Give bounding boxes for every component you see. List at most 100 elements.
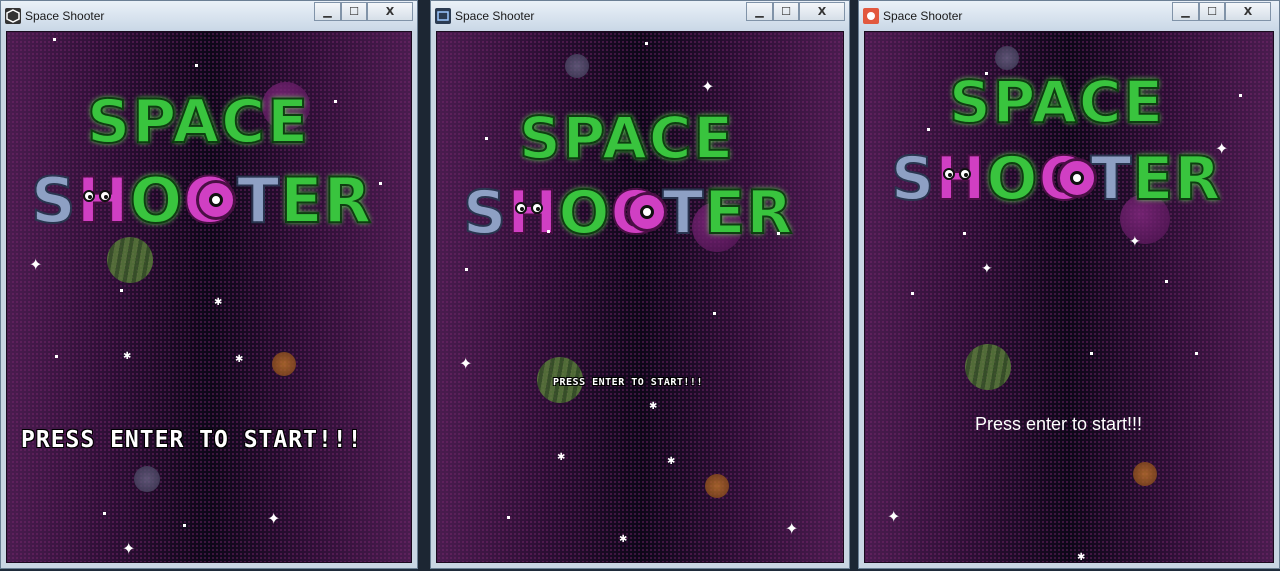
eye-icon (943, 168, 955, 180)
star-dot (103, 512, 106, 515)
close-button[interactable]: X (1225, 2, 1271, 21)
eye-icon (99, 190, 111, 202)
star-icon: ✱ (235, 354, 244, 365)
star-icon: ✦ (459, 354, 473, 373)
eye-icon (531, 202, 543, 214)
minimize-button[interactable]: ▁ (746, 2, 773, 21)
star-icon: ✦ (122, 539, 136, 558)
minimize-button[interactable]: ▁ (1172, 2, 1199, 21)
logo-letter-o: O (129, 163, 184, 238)
star-dot (777, 232, 780, 235)
star-dot (1090, 352, 1093, 355)
star-dot (547, 230, 550, 233)
title-bar[interactable]: Space Shooter ▁ ☐ X (1, 1, 417, 31)
star-icon: ✱ (1077, 552, 1086, 563)
maximize-button[interactable]: ☐ (1199, 2, 1225, 21)
window-title: Space Shooter (883, 9, 963, 23)
minimize-button[interactable]: ▁ (314, 2, 341, 21)
star-icon: ✱ (667, 456, 676, 467)
star-icon: ✱ (649, 401, 658, 412)
logo-eye-icon (1057, 158, 1097, 198)
star-dot (1239, 94, 1242, 97)
star-dot (195, 64, 198, 67)
star-icon: ✦ (267, 509, 281, 528)
star-icon: ✱ (214, 297, 223, 308)
logo-letter-r: R (323, 163, 373, 238)
star-dot (485, 137, 488, 140)
logo-eye-icon (196, 180, 236, 220)
start-prompt: Press enter to start!!! (975, 414, 1143, 434)
logo-eyes (515, 202, 543, 214)
logo-text-space: SPACE (86, 86, 311, 158)
maximize-button[interactable]: ☐ (773, 2, 799, 21)
star-icon: ✱ (123, 351, 132, 362)
star-dot (713, 312, 716, 315)
star-icon: ✦ (29, 255, 43, 274)
logo-letter-o: O (985, 143, 1039, 215)
star-dot (379, 182, 382, 185)
logo-eyes (83, 190, 111, 202)
logo-letter-e: E (1131, 143, 1175, 215)
game-window-3[interactable]: Space Shooter ▁ ☐ X SPACE SHOOTER Press … (858, 0, 1280, 569)
planet (272, 352, 296, 376)
unity-icon (5, 8, 21, 24)
logo-line-1: SPACE (518, 103, 736, 173)
title-bar[interactable]: Space Shooter ▁ ☐ X (859, 1, 1279, 31)
game-screen[interactable]: SPACE SHOOTER PRESS ENTER TO START!!! ✦ … (6, 31, 412, 563)
planet (1133, 462, 1157, 486)
planet (995, 46, 1019, 70)
planet (565, 54, 589, 78)
star-dot (55, 355, 58, 358)
planet (965, 344, 1011, 390)
star-icon: ✱ (557, 452, 566, 463)
game-window-1[interactable]: Space Shooter ▁ ☐ X SPACE SHOOTER PRESS … (0, 0, 418, 569)
love2d-icon (863, 8, 879, 24)
logo-line-1: SPACE (86, 86, 311, 158)
star-icon: ✦ (981, 261, 993, 277)
planet (134, 466, 160, 492)
maximize-button[interactable]: ☐ (341, 2, 367, 21)
logo-eye-icon (627, 192, 667, 232)
start-prompt: PRESS ENTER TO START!!! (21, 427, 363, 453)
star-dot (334, 100, 337, 103)
star-dot (645, 42, 648, 45)
star-icon: ✦ (887, 507, 901, 526)
logo-line-1: SPACE (948, 67, 1166, 137)
logo-letter-t: T (236, 163, 281, 238)
star-icon: ✦ (1129, 234, 1141, 250)
logo-letter-e: E (703, 177, 747, 249)
star-dot (985, 72, 988, 75)
logo-text-space: SPACE (948, 67, 1166, 137)
logo-letter-t: T (661, 177, 705, 249)
game-screen[interactable]: SPACE SHOOTER Press enter to start!!! ✦ … (864, 31, 1274, 563)
close-button[interactable]: X (799, 2, 845, 21)
star-dot (183, 524, 186, 527)
logo-text-space: SPACE (518, 103, 736, 173)
game-window-2[interactable]: Space Shooter ▁ ☐ X SPACE SHOOTER PRESS … (430, 0, 850, 569)
title-bar[interactable]: Space Shooter ▁ ☐ X (431, 1, 849, 31)
star-dot (1165, 280, 1168, 283)
logo-letter-e: E (279, 163, 324, 238)
logo-letter-r: R (745, 177, 794, 249)
star-dot (120, 289, 123, 292)
star-dot (963, 232, 966, 235)
logo-letter-s: S (890, 143, 936, 215)
eye-icon (959, 168, 971, 180)
window-title: Space Shooter (25, 9, 105, 23)
star-dot (927, 128, 930, 131)
star-icon: ✱ (619, 534, 628, 545)
close-button[interactable]: X (367, 2, 413, 21)
planet (107, 237, 153, 283)
logo-eyes (943, 168, 971, 180)
planet (705, 474, 729, 498)
star-dot (911, 292, 914, 295)
window-title: Space Shooter (455, 9, 535, 23)
star-dot (1195, 352, 1198, 355)
logo-letter-s: S (462, 177, 508, 249)
star-dot (465, 268, 468, 271)
desktop-gap (850, 0, 858, 571)
game-screen[interactable]: SPACE SHOOTER PRESS ENTER TO START!!! ✦ … (436, 31, 844, 563)
logo-letter-o: O (557, 177, 611, 249)
star-dot (507, 516, 510, 519)
logo-letter-s: S (30, 163, 77, 238)
